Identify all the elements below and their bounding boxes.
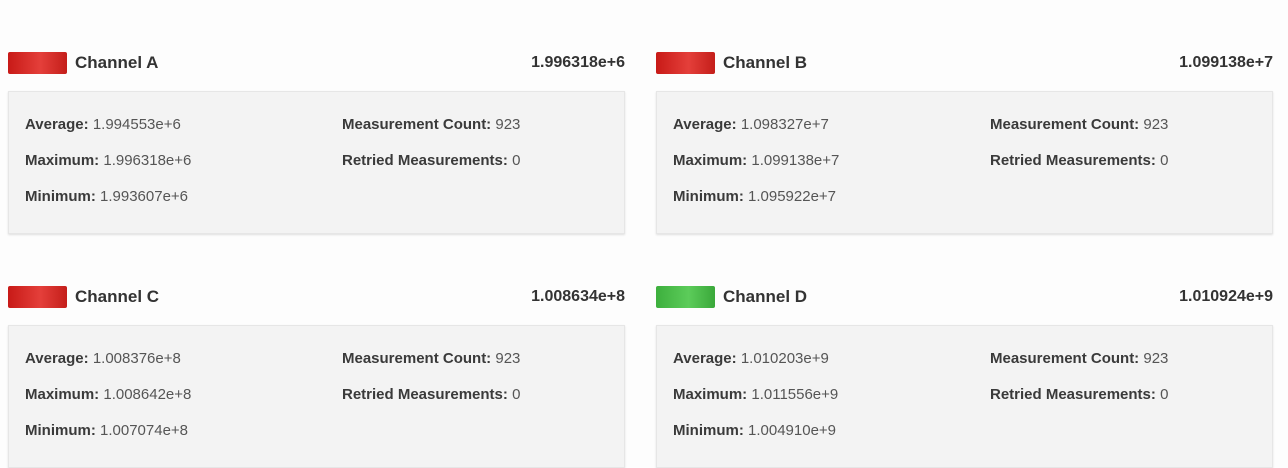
stat-label: Average: (673, 350, 737, 367)
channel-name: Channel A (75, 53, 159, 72)
stat-minimum: Minimum: 1.095922e+7 (673, 187, 836, 207)
stat-value: 1.095922e+7 (748, 188, 837, 205)
channel-panel-a: Channel A 1.996318e+6 Average: 1.994553e… (8, 44, 625, 234)
channel-current-value: 1.099138e+7 (1179, 54, 1273, 71)
stat-minimum: Minimum: 1.993607e+6 (25, 187, 188, 207)
stat-average: Average: 1.098327e+7 (673, 115, 829, 135)
stat-label: Retried Measurements: (342, 152, 508, 169)
stat-value: 1.011556e+9 (751, 386, 839, 403)
stat-value: 1.994553e+6 (92, 116, 181, 133)
stat-average: Average: 1.010203e+9 (673, 349, 829, 369)
channel-current-value: 1.010924e+9 (1179, 288, 1273, 305)
stat-value: 1.099138e+7 (751, 152, 840, 169)
channel-stats: Average: 1.010203e+9 Maximum: 1.011556e+… (656, 325, 1273, 468)
stat-value: 1.008642e+8 (103, 386, 192, 403)
stat-maximum: Maximum: 1.008642e+8 (25, 385, 191, 405)
stat-value: 923 (1143, 116, 1169, 133)
stat-value: 1.007074e+8 (100, 422, 189, 439)
stat-value: 1.996318e+6 (103, 152, 192, 169)
channel-name: Channel D (723, 287, 808, 306)
stat-average: Average: 1.994553e+6 (25, 115, 181, 135)
stat-retried-measurements: Retried Measurements: 0 (342, 151, 520, 171)
channel-current-value: 1.008634e+8 (531, 288, 625, 305)
channel-panel-d: Channel D 1.010924e+9 Average: 1.010203e… (656, 278, 1273, 468)
stat-label: Maximum: (673, 152, 748, 169)
channel-name: Channel C (75, 287, 160, 306)
stat-measurement-count: Measurement Count: 923 (342, 115, 520, 135)
stat-value: 1.008376e+8 (92, 350, 181, 367)
stat-label: Average: (25, 350, 89, 367)
channel-name: Channel B (723, 53, 808, 72)
stat-label: Measurement Count: (342, 116, 492, 133)
stat-value: 0 (512, 386, 521, 403)
stat-label: Minimum: (25, 188, 96, 205)
stat-minimum: Minimum: 1.004910e+9 (673, 421, 836, 441)
stat-label: Retried Measurements: (342, 386, 508, 403)
stat-retried-measurements: Retried Measurements: 0 (990, 151, 1168, 171)
stat-label: Minimum: (673, 422, 744, 439)
stat-measurement-count: Measurement Count: 923 (990, 115, 1168, 135)
stat-maximum: Maximum: 1.099138e+7 (673, 151, 839, 171)
stat-value: 923 (495, 350, 521, 367)
channel-header: Channel D 1.010924e+9 (656, 278, 1273, 318)
channel-panel-b: Channel B 1.099138e+7 Average: 1.098327e… (656, 44, 1273, 234)
stat-value: 923 (495, 116, 521, 133)
stat-value: 1.098327e+7 (740, 116, 829, 133)
channel-header: Channel C 1.008634e+8 (8, 278, 625, 318)
channel-stats: Average: 1.098327e+7 Maximum: 1.099138e+… (656, 91, 1273, 234)
stat-label: Measurement Count: (990, 350, 1140, 367)
channel-stats: Average: 1.994553e+6 Maximum: 1.996318e+… (8, 91, 625, 234)
status-indicator (656, 286, 715, 308)
stat-retried-measurements: Retried Measurements: 0 (342, 385, 520, 405)
stat-value: 1.010203e+9 (740, 350, 829, 367)
stat-label: Average: (673, 116, 737, 133)
stat-label: Minimum: (673, 188, 744, 205)
channel-stats: Average: 1.008376e+8 Maximum: 1.008642e+… (8, 325, 625, 468)
stat-minimum: Minimum: 1.007074e+8 (25, 421, 188, 441)
stat-label: Minimum: (25, 422, 96, 439)
status-indicator (8, 52, 67, 74)
stat-average: Average: 1.008376e+8 (25, 349, 181, 369)
stat-label: Maximum: (673, 386, 748, 403)
stat-value: 0 (512, 152, 521, 169)
stat-label: Retried Measurements: (990, 152, 1156, 169)
stat-label: Maximum: (25, 152, 100, 169)
stat-retried-measurements: Retried Measurements: 0 (990, 385, 1168, 405)
status-indicator (656, 52, 715, 74)
channel-current-value: 1.996318e+6 (531, 54, 625, 71)
stat-value: 1.993607e+6 (100, 188, 189, 205)
stat-measurement-count: Measurement Count: 923 (342, 349, 520, 369)
stat-label: Average: (25, 116, 89, 133)
stat-measurement-count: Measurement Count: 923 (990, 349, 1168, 369)
stat-value: 923 (1143, 350, 1169, 367)
stat-label: Measurement Count: (990, 116, 1140, 133)
stat-label: Measurement Count: (342, 350, 492, 367)
stat-value: 1.004910e+9 (748, 422, 837, 439)
stat-maximum: Maximum: 1.011556e+9 (673, 385, 838, 405)
stat-value: 0 (1160, 152, 1169, 169)
stat-value: 0 (1160, 386, 1169, 403)
channel-header: Channel B 1.099138e+7 (656, 44, 1273, 84)
status-indicator (8, 286, 67, 308)
channel-panel-c: Channel C 1.008634e+8 Average: 1.008376e… (8, 278, 625, 468)
stat-label: Maximum: (25, 386, 100, 403)
channel-header: Channel A 1.996318e+6 (8, 44, 625, 84)
stat-maximum: Maximum: 1.996318e+6 (25, 151, 191, 171)
stat-label: Retried Measurements: (990, 386, 1156, 403)
